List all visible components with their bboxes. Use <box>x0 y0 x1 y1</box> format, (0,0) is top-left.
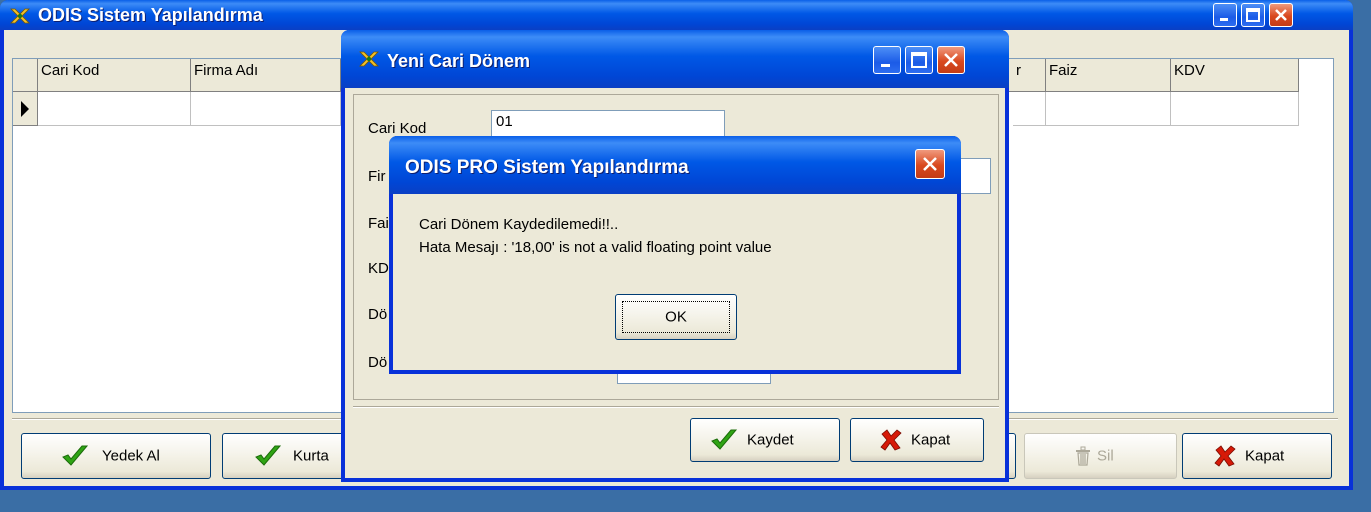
msgbox-close-button[interactable] <box>915 149 945 179</box>
backup-button-label: Yedek Al <box>102 447 160 465</box>
table-row-cell[interactable] <box>1171 92 1299 126</box>
check-icon <box>62 445 89 466</box>
kdv-label: KD <box>368 260 389 277</box>
save-button-label: Kaydet <box>747 431 794 449</box>
odis-logo-icon <box>359 51 379 67</box>
delete-button[interactable]: Sil <box>1024 433 1177 479</box>
grid-header-corner <box>13 59 38 92</box>
dialog-title-bar[interactable]: Yeni Cari Dönem <box>341 30 1009 88</box>
table-row-cell[interactable] <box>191 92 341 126</box>
table-row-cell[interactable] <box>1046 92 1171 126</box>
dialog-cancel-label: Kapat <box>911 431 951 449</box>
error-message-box: ODIS PRO Sistem Yapılandırma Cari Dönem … <box>389 136 961 374</box>
column-header-firma-adi[interactable]: Firma Adı <box>191 59 341 92</box>
close-icon <box>944 53 958 67</box>
delete-button-label: Sil <box>1097 447 1114 465</box>
column-header-faiz[interactable]: Faiz <box>1046 59 1171 92</box>
column-header-cari-kod[interactable]: Cari Kod <box>38 59 191 92</box>
main-title-bar[interactable]: ODIS Sistem Yapılandırma <box>0 0 1353 30</box>
x-icon <box>1214 445 1236 467</box>
dialog-close-button[interactable] <box>937 46 965 74</box>
check-icon <box>255 445 282 466</box>
dialog-minimize-button[interactable] <box>873 46 901 74</box>
close-icon <box>923 157 937 171</box>
table-row-cell[interactable] <box>38 92 191 126</box>
minimize-icon <box>881 64 890 67</box>
main-maximize-button[interactable] <box>1241 3 1265 27</box>
column-header-partial[interactable]: r <box>1013 59 1046 92</box>
restore-button-label: Kurta <box>293 447 329 465</box>
dialog-maximize-button[interactable] <box>905 46 933 74</box>
msgbox-title: ODIS PRO Sistem Yapılandırma <box>405 157 689 178</box>
dialog-title: Yeni Cari Dönem <box>387 51 531 71</box>
error-message-line-1: Cari Dönem Kaydedilemedi!!.. <box>419 216 619 233</box>
dialog-cancel-button[interactable]: Kapat <box>850 418 984 462</box>
column-header-kdv[interactable]: KDV <box>1171 59 1299 92</box>
donem-baslangic-label: Dö <box>368 306 388 323</box>
maximize-icon <box>1246 8 1260 22</box>
check-icon <box>711 429 738 450</box>
dialog-separator <box>353 406 999 408</box>
row-indicator[interactable] <box>13 92 38 126</box>
main-close-button[interactable] <box>1269 3 1293 27</box>
firma-label: Fir <box>368 168 386 185</box>
main-close-action-button[interactable]: Kapat <box>1182 433 1332 479</box>
trash-icon <box>1076 446 1090 466</box>
minimize-icon <box>1220 18 1228 21</box>
odis-logo-icon <box>10 8 30 24</box>
msgbox-title-bar[interactable]: ODIS PRO Sistem Yapılandırma <box>389 136 961 194</box>
save-button[interactable]: Kaydet <box>690 418 840 462</box>
close-icon <box>1275 9 1287 21</box>
table-row-cell[interactable] <box>1013 92 1046 126</box>
cari-kod-label: Cari Kod <box>368 120 427 137</box>
backup-button[interactable]: Yedek Al <box>21 433 211 479</box>
main-window-title: ODIS Sistem Yapılandırma <box>38 5 263 25</box>
ok-button[interactable]: OK <box>615 294 737 340</box>
faiz-label: Fai <box>368 215 389 232</box>
donem-bitis-label: Dö <box>368 354 388 371</box>
error-message-line-2: Hata Mesajı : '18,00' is not a valid flo… <box>419 239 772 256</box>
ok-button-label: OK <box>665 308 687 326</box>
x-icon <box>880 429 902 451</box>
current-row-arrow-icon <box>21 101 29 117</box>
maximize-icon <box>911 52 927 68</box>
main-close-action-label: Kapat <box>1245 447 1285 465</box>
main-minimize-button[interactable] <box>1213 3 1237 27</box>
